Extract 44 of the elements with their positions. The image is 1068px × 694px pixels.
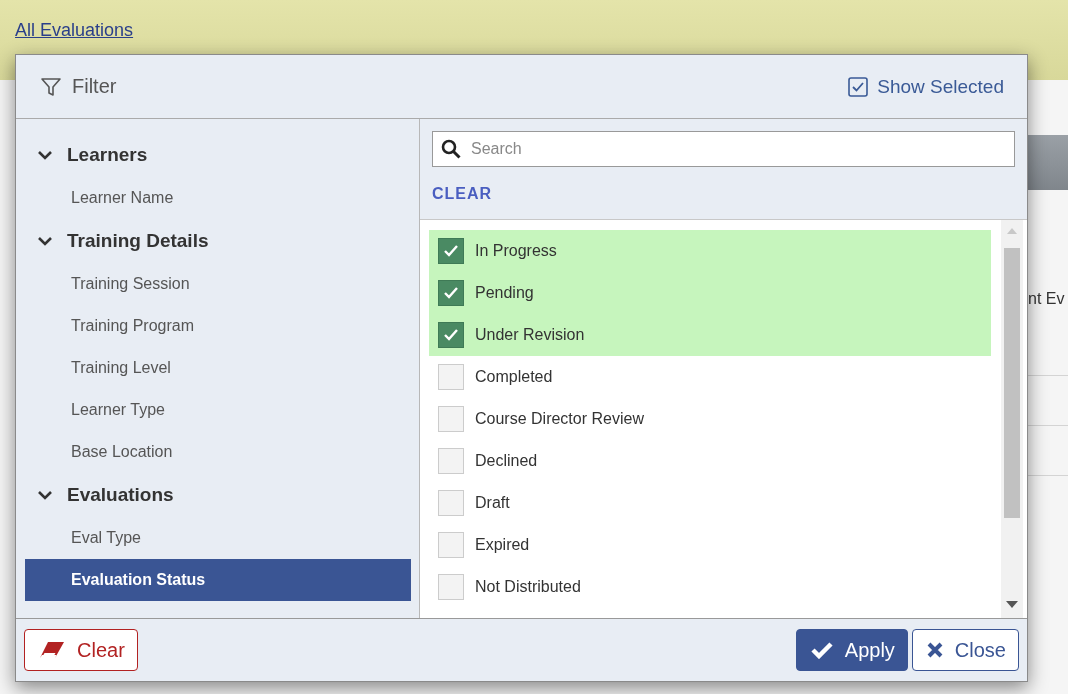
option-label[interactable]: In Progress [475, 242, 557, 260]
filter-icon [40, 75, 62, 98]
table-header [1028, 135, 1068, 190]
clear-button[interactable]: Clear [24, 629, 138, 671]
sidebar-item[interactable]: Learner Name [25, 177, 411, 219]
clear-link[interactable]: CLEAR [432, 185, 493, 207]
sidebar-item[interactable]: Training Level [25, 347, 411, 389]
search-icon [441, 139, 461, 159]
sidebar-item[interactable]: Evaluation Status [25, 559, 411, 601]
option-label[interactable]: Course Director Review [475, 410, 644, 428]
checkbox-icon[interactable] [848, 76, 869, 97]
check-icon [443, 328, 459, 342]
dialog-title: Filter [72, 75, 117, 98]
close-button[interactable]: Close [911, 629, 1019, 671]
option-label[interactable]: Completed [475, 368, 553, 386]
eraser-icon [39, 641, 65, 659]
scrollbar[interactable] [1001, 220, 1023, 618]
group-header[interactable]: Evaluations [67, 484, 174, 506]
option-label[interactable]: Under Revision [475, 326, 585, 344]
sidebar-item[interactable]: Learner Type [25, 389, 411, 431]
sidebar-item[interactable]: Base Location [25, 431, 411, 473]
group-header[interactable]: Training Details [67, 230, 209, 252]
option-label[interactable]: Not Distributed [475, 578, 581, 596]
check-icon [443, 244, 459, 258]
close-icon [926, 642, 943, 658]
option-label[interactable]: Declined [475, 452, 538, 470]
column-text: nt Ev [1028, 290, 1065, 308]
search-field[interactable]: Search [432, 131, 1015, 167]
apply-button[interactable]: Apply [795, 629, 908, 671]
checkbox[interactable] [438, 280, 464, 306]
option-label[interactable]: Expired [475, 536, 530, 554]
group-header[interactable]: Learners [67, 144, 148, 166]
check-icon [443, 286, 459, 300]
show-selected-label[interactable]: Show Selected [877, 75, 1004, 98]
option-label[interactable]: Draft [475, 494, 510, 512]
breadcrumb-link[interactable]: All Evaluations [15, 20, 134, 40]
scroll-down-icon[interactable] [1006, 601, 1018, 608]
sidebar-item[interactable]: Eval Type [25, 517, 411, 559]
option-label[interactable]: Pending [475, 284, 534, 302]
sidebar-item[interactable]: Training Session [25, 263, 411, 305]
checkbox[interactable] [438, 238, 464, 264]
sidebar-item[interactable]: Training Program [25, 305, 411, 347]
checkbox[interactable] [438, 322, 464, 348]
check-icon [810, 641, 833, 659]
